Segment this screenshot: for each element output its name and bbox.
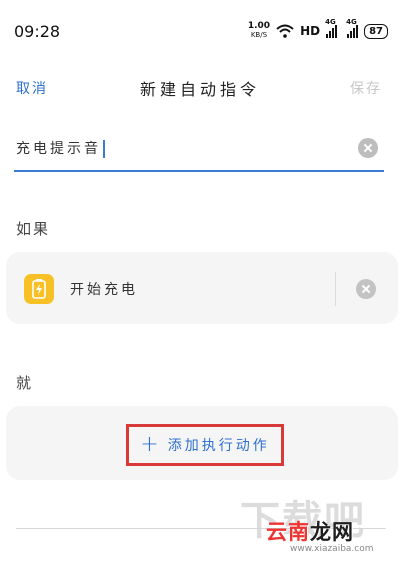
battery-indicator: 87 [364, 23, 388, 39]
top-bar: 取消 新建自动指令 保存 [0, 70, 400, 106]
watermark-logo: 云南龙网 [266, 520, 354, 544]
status-bar: 09:28 1.00 KB/S HD 4G 4G 87 [0, 0, 400, 60]
if-section-label: 如果 [16, 220, 51, 238]
divider [335, 272, 336, 306]
clear-icon[interactable] [358, 138, 378, 158]
text-caret [103, 140, 105, 158]
condition-card[interactable]: 开始充电 [6, 252, 398, 324]
page-title: 新建自动指令 [139, 80, 260, 99]
command-name-field[interactable]: 充电提示音 [14, 126, 384, 172]
save-button[interactable]: 保存 [350, 78, 382, 98]
network-speed: 1.00 KB/S [247, 21, 271, 40]
condition-label: 开始充电 [70, 282, 138, 298]
command-name-input[interactable]: 充电提示音 [16, 138, 105, 158]
plus-icon: + [140, 432, 162, 457]
hd-indicator: HD [300, 24, 321, 38]
wifi-icon [276, 24, 294, 38]
action-card: + 添加执行动作 [6, 406, 398, 480]
signal-icon: 4G [325, 18, 338, 38]
status-icons: 1.00 KB/S HD 4G 4G 87 [247, 18, 388, 40]
battery-charging-icon [24, 274, 54, 304]
remove-condition-icon[interactable] [356, 279, 376, 299]
then-section-label: 就 [16, 374, 34, 392]
signal-icon: 4G [346, 18, 359, 38]
status-time: 09:28 [14, 22, 61, 41]
add-action-button[interactable]: + 添加执行动作 [126, 424, 284, 466]
add-action-label: 添加执行动作 [167, 438, 270, 454]
watermark-url: www.xiazaiba.com [290, 544, 374, 554]
